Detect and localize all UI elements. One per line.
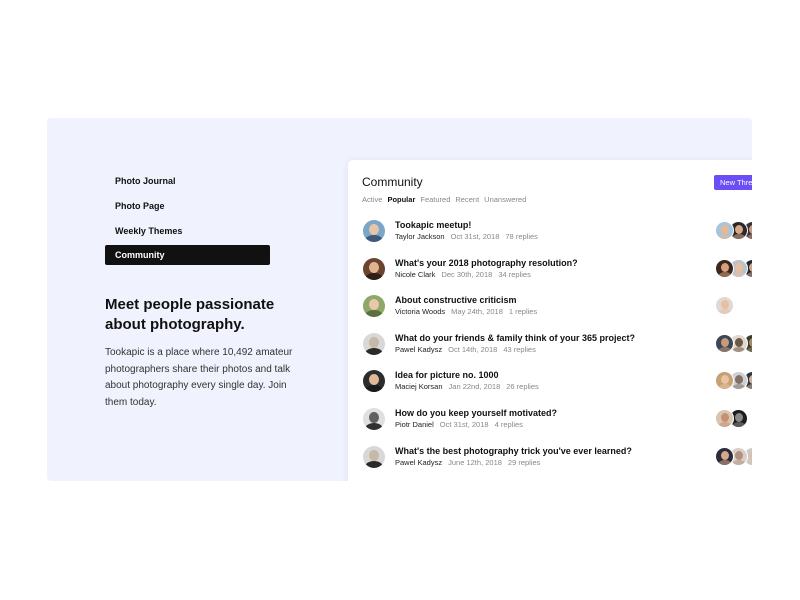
thread-title[interactable]: How do you keep yourself motivated? [395, 408, 557, 418]
thread-author[interactable]: Pawel Kadysz [395, 458, 442, 467]
participant-avatar[interactable] [715, 446, 734, 466]
author-avatar[interactable] [363, 370, 385, 393]
thread-title[interactable]: What's the best photography trick you've… [395, 446, 632, 456]
thread-replies: 29 replies [507, 457, 541, 467]
thread-row[interactable]: Idea for picture no. 1000 Maciej Korsan Ja… [362, 368, 752, 406]
tab-unanswered[interactable]: Unanswered [484, 195, 526, 204]
community-panel: Community New Thread Active Popular Feat… [348, 160, 752, 481]
author-avatar[interactable] [363, 445, 385, 468]
thread-meta: Pawel Kadysz June 12th, 2018 29 replies [395, 458, 540, 467]
author-avatar[interactable] [363, 220, 385, 242]
thread-date: Dec 30th, 2018 [441, 269, 493, 279]
author-avatar[interactable] [363, 332, 385, 355]
thread-row[interactable]: What do your friends & family think of y… [362, 331, 752, 369]
thread-title[interactable]: What do your friends & family think of y… [395, 333, 635, 343]
thread-author[interactable]: Victoria Woods [395, 307, 445, 316]
tab-featured[interactable]: Featured [420, 195, 450, 204]
sidebar-nav: Photo Journal Photo Page Weekly Themes C… [105, 171, 270, 270]
thread-meta: Taylor Jackson Oct 31st, 2018 78 replies [395, 232, 538, 241]
stage: Photo Journal Photo Page Weekly Themes C… [47, 118, 752, 481]
thread-replies: 43 replies [503, 344, 536, 354]
thread-author[interactable]: Piotr Daniel [395, 420, 434, 429]
thread-date: Oct 31st, 2018 [450, 232, 500, 241]
thread-meta: Pawel Kadysz Oct 14th, 2018 43 replies [395, 345, 536, 354]
thread-replies: 34 replies [498, 269, 531, 279]
tab-active[interactable]: Active [362, 195, 382, 204]
thread-list: Tookapic meetup! Taylor Jackson Oct 31st, … [362, 218, 752, 481]
nav-item-weekly-themes[interactable]: Weekly Themes [105, 221, 270, 241]
thread-meta: Maciej Korsan Jan 22nd, 2018 26 replies [395, 382, 539, 391]
thread-date: May 24th, 2018 [451, 307, 503, 317]
participant-avatar[interactable] [715, 258, 734, 278]
thread-meta: Victoria Woods May 24th, 2018 1 replies [395, 307, 537, 316]
thread-date: June 12th, 2018 [448, 457, 502, 467]
thread-row[interactable]: About constructive criticism Victoria Woo… [362, 293, 752, 331]
thread-author[interactable]: Taylor Jackson [395, 232, 445, 241]
thread-author[interactable]: Nicole Clark [395, 270, 435, 279]
nav-item-photo-page[interactable]: Photo Page [105, 196, 270, 216]
thread-replies: 4 replies [494, 419, 523, 429]
thread-row[interactable]: What's your 2018 photography resolution?… [362, 256, 752, 294]
tab-popular[interactable]: Popular [387, 195, 415, 204]
participant-avatar[interactable] [715, 221, 734, 240]
author-avatar[interactable] [363, 295, 385, 318]
hero-title: Meet people passionate about photography… [105, 296, 275, 333]
tab-recent[interactable]: Recent [455, 195, 479, 204]
participant-avatar[interactable] [715, 296, 734, 316]
thread-date: Oct 31st, 2018 [439, 419, 489, 429]
thread-meta: Piotr Daniel Oct 31st, 2018 4 replies [395, 420, 523, 429]
thread-tabs: Active Popular Featured Recent Unanswere… [362, 195, 526, 204]
thread-date: Jan 22nd, 2018 [448, 382, 501, 392]
nav-item-photo-journal[interactable]: Photo Journal [105, 171, 270, 191]
thread-row[interactable]: Tookapic meetup! Taylor Jackson Oct 31st, … [362, 218, 752, 256]
thread-meta: Nicole Clark Dec 30th, 2018 34 replies [395, 270, 531, 279]
participant-avatar[interactable] [715, 408, 734, 428]
new-thread-button[interactable]: New Thread [714, 175, 752, 190]
thread-date: Oct 14th, 2018 [448, 344, 498, 354]
panel-title: Community [362, 175, 423, 189]
thread-replies: 78 replies [505, 232, 538, 241]
thread-title[interactable]: What's your 2018 photography resolution? [395, 258, 578, 268]
thread-title[interactable]: Tookapic meetup! [395, 220, 471, 230]
thread-title[interactable]: About constructive criticism [395, 295, 517, 305]
thread-row[interactable]: What's the best photography trick you've… [362, 444, 752, 481]
participant-avatar[interactable] [715, 371, 734, 391]
thread-replies: 26 replies [506, 382, 539, 392]
thread-replies: 1 replies [508, 307, 538, 317]
nav-item-community[interactable]: Community [105, 245, 270, 266]
hero: Meet people passionate about photography… [105, 295, 295, 411]
thread-title[interactable]: Idea for picture no. 1000 [395, 370, 499, 380]
thread-author[interactable]: Pawel Kadysz [395, 345, 442, 354]
thread-author[interactable]: Maciej Korsan [395, 382, 443, 391]
hero-text: Tookapic is a place where 10,492 amateur… [105, 347, 293, 408]
participant-avatar[interactable] [715, 333, 734, 353]
author-avatar[interactable] [363, 407, 385, 430]
author-avatar[interactable] [363, 257, 385, 280]
thread-row[interactable]: How do you keep yourself motivated? Piotr… [362, 406, 752, 444]
